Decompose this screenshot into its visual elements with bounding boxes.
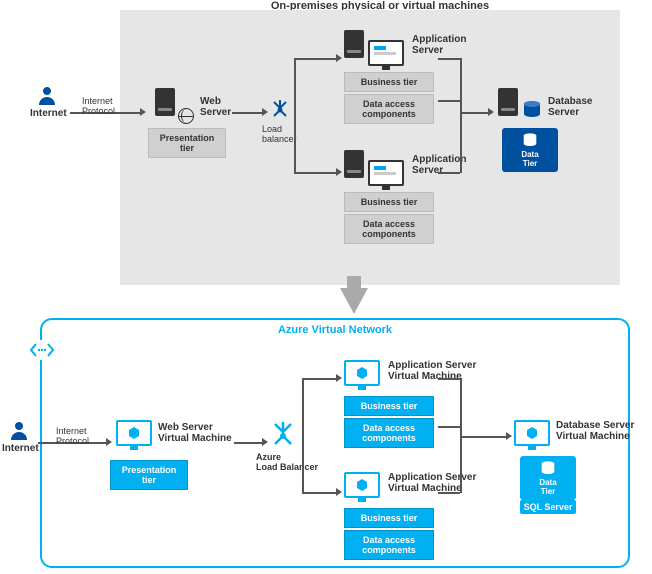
arrow (438, 100, 460, 102)
arrow (302, 378, 336, 380)
arrow (438, 492, 460, 494)
web-server-label: Web Server (200, 96, 231, 118)
internet-protocol-label: Internet Protocol (56, 426, 89, 446)
load-balancer-label: Load balancer (262, 124, 297, 144)
arrow-head (336, 488, 342, 496)
azure-load-balancer-icon (270, 420, 296, 453)
arrow (294, 172, 336, 174)
data-access-box: Data access components (344, 94, 434, 124)
person-icon (8, 420, 30, 445)
arrow-head (140, 108, 146, 116)
internet-protocol-label: Internet Protocol (82, 96, 115, 116)
globe-icon (178, 108, 194, 124)
arrow-head (262, 108, 268, 116)
migration-arrow-icon (340, 288, 368, 314)
server-icon (344, 30, 364, 58)
internet-label: Internet (2, 443, 39, 454)
data-access-box: Data access components (344, 214, 434, 244)
arrow-head (336, 168, 342, 176)
arrow (460, 58, 462, 173)
business-tier-box: Business tier (344, 508, 434, 528)
arrow (302, 378, 304, 443)
server-icon (344, 150, 364, 178)
azure-network-title: Azure Virtual Network (42, 324, 628, 336)
arrow-head (488, 108, 494, 116)
db-server-vm-label: Database Server Virtual Machine (556, 420, 634, 442)
data-tier-box: Data Tier (520, 456, 576, 500)
presentation-tier-box: Presentation tier (110, 460, 188, 490)
arrow-head (336, 374, 342, 382)
arrow (438, 58, 460, 60)
business-tier-box: Business tier (344, 72, 434, 92)
arrow (460, 436, 506, 438)
server-icon (498, 88, 518, 116)
arrow (438, 378, 460, 380)
person-icon (36, 85, 58, 110)
app-server-vm-label: Application Server Virtual Machine (388, 472, 476, 494)
presentation-tier-box: Presentation tier (148, 128, 226, 158)
monitor-icon (368, 40, 404, 66)
arrow-head (262, 438, 268, 446)
monitor-icon (344, 360, 380, 386)
code-tag-icon (28, 340, 56, 360)
database-icon (522, 100, 542, 123)
load-balancer-icon (270, 98, 290, 125)
server-icon (155, 88, 175, 116)
arrow (438, 172, 460, 174)
arrow (232, 112, 262, 114)
business-tier-box: Business tier (344, 192, 434, 212)
db-server-label: Database Server (548, 96, 592, 118)
arrow (234, 442, 262, 444)
sql-server-label: SQL Server (520, 500, 576, 514)
data-tier-box: Data Tier (502, 128, 558, 172)
arrow (294, 58, 296, 112)
arrow-head (106, 438, 112, 446)
azure-lb-label: Azure Load Balancer (256, 452, 318, 472)
arrow (460, 112, 488, 114)
arrow (302, 442, 304, 492)
monitor-icon (344, 472, 380, 498)
arrow (294, 58, 336, 60)
monitor-icon (116, 420, 152, 446)
monitor-icon (514, 420, 550, 446)
internet-label: Internet (30, 108, 67, 119)
business-tier-box: Business tier (344, 396, 434, 416)
arrow-head (336, 54, 342, 62)
app-server-vm-label: Application Server Virtual Machine (388, 360, 476, 382)
arrow (294, 112, 296, 172)
web-server-vm-label: Web Server Virtual Machine (158, 422, 232, 444)
arrow (302, 492, 336, 494)
arrow (438, 426, 460, 428)
arrow-head (506, 432, 512, 440)
data-access-box: Data access components (344, 418, 434, 448)
monitor-icon (368, 160, 404, 186)
data-access-box: Data access components (344, 530, 434, 560)
app-server-label: Application Server (412, 34, 466, 56)
